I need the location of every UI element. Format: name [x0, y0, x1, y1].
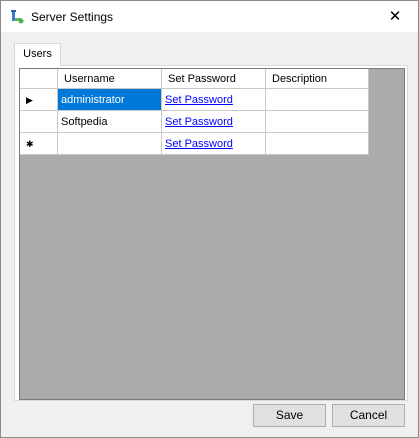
close-button[interactable]: ✕	[372, 1, 418, 32]
description-cell[interactable]	[265, 110, 369, 133]
current-row-arrow-icon: ▶	[26, 94, 33, 105]
table-row: Softpedia Set Password	[20, 110, 369, 133]
set-password-cell: Set Password	[161, 88, 266, 111]
column-header-username[interactable]: Username	[57, 69, 162, 89]
set-password-cell: Set Password	[161, 110, 266, 133]
settings-window: Server Settings ✕ Users Username Set Pas…	[0, 0, 419, 438]
save-button[interactable]: Save	[253, 404, 326, 427]
column-header-set-password[interactable]: Set Password	[161, 69, 266, 89]
set-password-link[interactable]: Set Password	[165, 116, 233, 128]
username-cell[interactable]	[57, 132, 162, 155]
column-header-description[interactable]: Description	[265, 69, 369, 89]
row-header[interactable]: ✱	[20, 132, 58, 155]
close-icon: ✕	[388, 8, 402, 25]
window-title: Server Settings	[31, 10, 114, 24]
new-row-asterisk-icon: ✱	[26, 138, 34, 149]
table-row: ▶ administrator Set Password	[20, 88, 369, 111]
description-cell[interactable]	[265, 132, 369, 155]
grid-corner-cell[interactable]	[20, 69, 58, 89]
username-cell[interactable]: administrator	[57, 88, 162, 111]
tab-users[interactable]: Users	[14, 43, 61, 66]
users-tab-panel: Username Set Password Description ▶ admi…	[14, 65, 408, 401]
header-row: Username Set Password Description	[20, 69, 369, 89]
row-header[interactable]	[20, 110, 58, 133]
row-header[interactable]: ▶	[20, 88, 58, 111]
users-table: Username Set Password Description ▶ admi…	[20, 69, 369, 155]
cancel-button[interactable]: Cancel	[332, 404, 405, 427]
set-password-link[interactable]: Set Password	[165, 94, 233, 106]
users-grid[interactable]: Username Set Password Description ▶ admi…	[19, 68, 405, 400]
username-cell[interactable]: Softpedia	[57, 110, 162, 133]
description-cell[interactable]	[265, 88, 369, 111]
table-row-new: ✱ Set Password	[20, 132, 369, 155]
title-bar[interactable]: Server Settings ✕	[1, 1, 418, 32]
app-settings-icon	[9, 9, 25, 25]
set-password-cell: Set Password	[161, 132, 266, 155]
set-password-link[interactable]: Set Password	[165, 138, 233, 150]
